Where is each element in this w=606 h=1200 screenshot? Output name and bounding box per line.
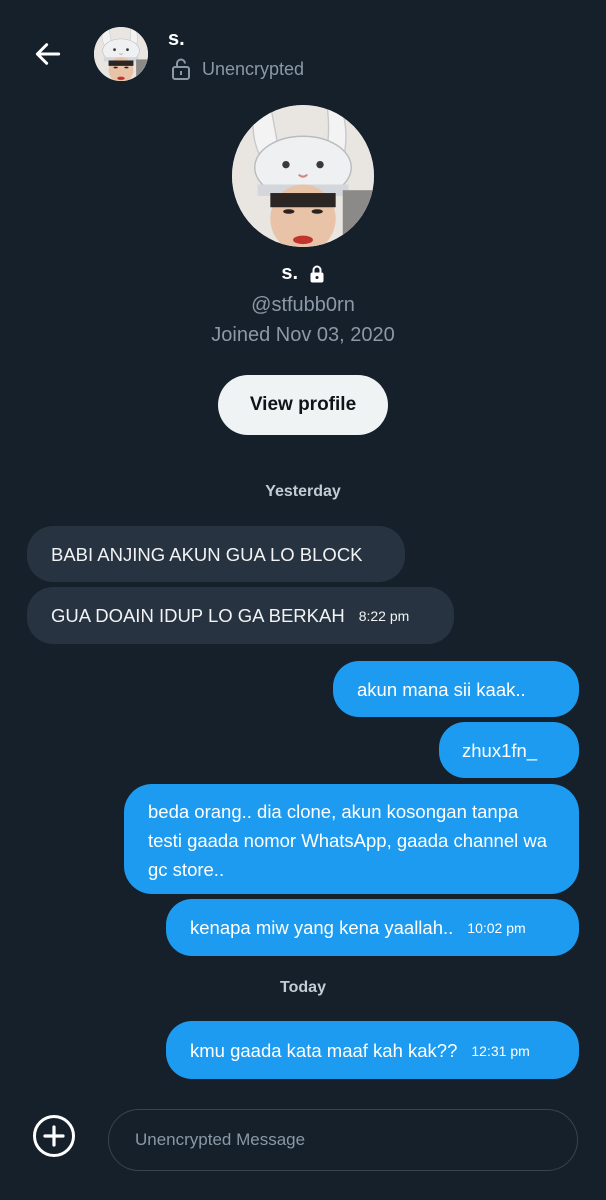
message-outgoing[interactable]: akun mana sii kaak.. — [333, 661, 579, 717]
arrow-left-icon — [35, 43, 61, 65]
message-outgoing[interactable]: beda orang.. dia clone, akun kosongan ta… — [124, 784, 579, 894]
message-text: BABI ANJING AKUN GUA LO BLOCK — [51, 544, 363, 566]
encryption-status-label: Unencrypted — [202, 58, 305, 79]
message-text: kmu gaada kata maaf kah kak?? — [190, 1040, 458, 1062]
date-separator: Today — [280, 979, 326, 996]
message-text: kenapa miw yang kena yaallah.. — [190, 917, 454, 939]
profile-joined-date: Joined Nov 03, 2020 — [211, 324, 395, 346]
back-button[interactable] — [28, 34, 68, 74]
message-input[interactable] — [108, 1109, 578, 1171]
profile-name: s. — [0, 262, 606, 285]
add-attachment-button[interactable] — [32, 1114, 76, 1158]
view-profile-button[interactable]: View profile — [218, 375, 388, 435]
message-outgoing[interactable]: zhux1fn_ — [439, 722, 579, 778]
message-timestamp: 12:31 pm — [471, 1043, 530, 1060]
message-incoming[interactable]: GUA DOAIN IDUP LO GA BERKAH 8:22 pm — [27, 587, 454, 644]
date-separator: Yesterday — [265, 483, 341, 500]
plus-circle-icon — [33, 1115, 75, 1157]
header-name[interactable]: s. — [168, 28, 185, 51]
message-text: GUA DOAIN IDUP LO GA BERKAH — [51, 605, 345, 627]
message-incoming[interactable]: BABI ANJING AKUN GUA LO BLOCK — [27, 526, 405, 582]
unlocked-padlock-icon — [172, 58, 190, 80]
profile-avatar[interactable] — [232, 105, 374, 247]
message-text: beda orang.. dia clone, akun kosongan ta… — [148, 801, 548, 881]
message-text: zhux1fn_ — [462, 740, 538, 762]
conversation-header: s. Unencrypted — [0, 0, 606, 100]
message-timestamp: 10:02 pm — [467, 920, 526, 937]
message-text: akun mana sii kaak.. — [357, 679, 526, 701]
message-timestamp: 8:22 pm — [358, 608, 410, 625]
lock-icon — [310, 265, 324, 283]
encryption-status: Unencrypted — [170, 57, 304, 81]
message-outgoing[interactable]: kmu gaada kata maaf kah kak?? 12:31 pm — [166, 1021, 579, 1079]
profile-name-label: s. — [281, 262, 299, 284]
header-avatar[interactable] — [94, 27, 148, 81]
message-outgoing[interactable]: kenapa miw yang kena yaallah.. 10:02 pm — [166, 899, 579, 956]
profile-handle: @stfubb0rn — [251, 294, 355, 316]
